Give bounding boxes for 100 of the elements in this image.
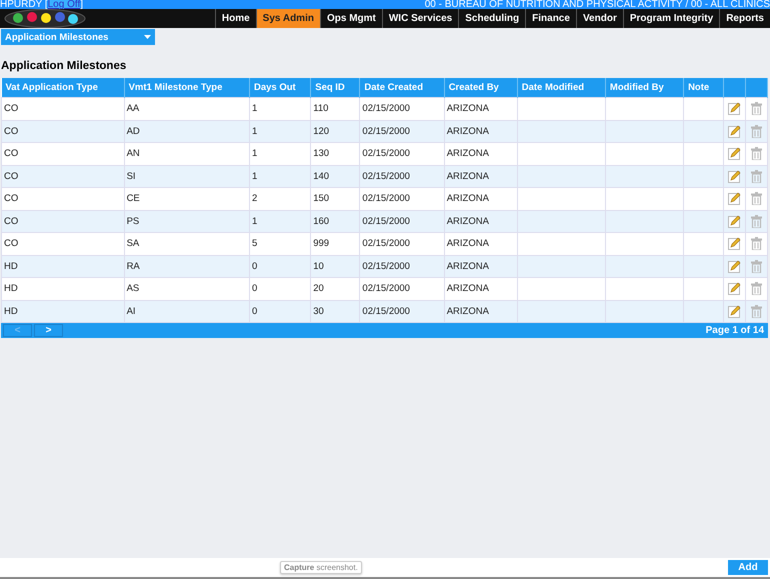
table-cell: 02/15/2000 [360,210,444,232]
nav-tab[interactable]: Vendor [576,9,623,28]
table-cell: 0 [250,255,311,278]
table-cell: 1 [250,120,311,142]
table-cell: ARIZONA [444,142,518,165]
edit-icon[interactable] [728,170,742,183]
column-header[interactable]: Date Modified [517,78,606,98]
table-cell: 2 [250,188,311,210]
page-select-dropdown[interactable]: Application Milestones [1,29,155,45]
table-cell: 02/15/2000 [360,278,444,300]
table-cell: 1 [250,165,311,188]
table-cell: AN [124,142,250,165]
table-cell: 140 [310,165,360,188]
edit-icon[interactable] [728,214,742,228]
table-cell: CO [2,165,124,188]
table-cell: ARIZONA [444,210,518,232]
column-header[interactable]: Created By [444,78,518,98]
column-header[interactable]: Seq ID [310,78,360,98]
table-cell: 110 [310,98,360,120]
edit-icon[interactable] [728,192,742,206]
bracket: ] [80,0,84,10]
edit-icon[interactable] [728,282,742,296]
table-cell: HD [2,300,124,322]
table-cell: ARIZONA [444,300,518,322]
table-cell: 150 [310,188,360,210]
table-cell: 5 [250,232,311,255]
table-cell: 02/15/2000 [360,232,444,255]
table-cell: ARIZONA [444,98,518,120]
column-header [723,78,746,98]
table-cell: 120 [310,120,360,142]
table-cell: 1 [250,98,311,120]
table-cell: CO [2,120,124,142]
edit-icon[interactable] [728,147,742,160]
table-cell: 0 [250,300,311,322]
agency-label: 00 - BUREAU OF NUTRITION AND PHYSICAL ACTIVITY / 00 - ALL CLINICS [424,0,770,9]
user-name: HPURDY [0,0,42,10]
table-cell: AI [124,300,250,322]
table-cell: 30 [310,300,360,322]
table-cell: 160 [310,210,360,232]
table-cell: HD [2,255,124,278]
table-cell: PS [124,210,250,232]
table-cell: AS [124,278,250,300]
table-cell: CE [124,188,250,210]
nav-tab[interactable]: Reports [719,9,770,28]
edit-icon[interactable] [728,304,742,318]
table-cell: 02/15/2000 [360,120,444,142]
table-cell: SI [124,165,250,188]
column-header[interactable]: Note [684,78,724,98]
table-cell: ARIZONA [444,255,518,278]
table-cell: 999 [310,232,360,255]
table-cell: 02/15/2000 [360,165,444,188]
nav-tab[interactable]: Program Integrity [622,9,720,28]
table-cell: ARIZONA [444,278,518,300]
bracket: [ [44,0,48,10]
table-cell: 0 [250,278,311,300]
page-title: Application Milestones [1,60,128,72]
caret-icon [144,35,151,39]
table-cell: ARIZONA [444,120,518,142]
table-cell: CO [2,210,124,232]
next-page-button[interactable]: > [34,324,63,337]
table-cell: ARIZONA [444,165,518,188]
edit-icon[interactable] [728,102,742,116]
nav-tab[interactable]: WIC Services [382,9,458,28]
table-cell: 02/15/2000 [360,142,444,165]
nav-tab[interactable]: Scheduling [458,9,526,28]
column-header[interactable]: Days Out [250,78,311,98]
nav-tab[interactable]: Sys Admin [256,9,320,28]
table-cell: 1 [250,142,311,165]
edit-icon[interactable] [728,260,742,273]
table-cell: RA [124,255,250,278]
table-cell: CO [2,188,124,210]
tooltip: Capture screenshot. [280,561,362,574]
nav-tab[interactable]: Ops Mgmt [320,9,382,28]
table-cell: HD [2,278,124,300]
column-header[interactable]: Vmt1 Milestone Type [124,78,250,98]
table-cell: AD [124,120,250,142]
table-cell: CO [2,98,124,120]
table-cell: 02/15/2000 [360,300,444,322]
table-cell: 02/15/2000 [360,188,444,210]
log-off-link[interactable]: Log Off [48,0,80,10]
table-cell: SA [124,232,250,255]
table-cell: 10 [310,255,360,278]
column-header [746,78,768,98]
table-cell: AA [124,98,250,120]
table-cell: ARIZONA [444,232,518,255]
edit-icon[interactable] [728,124,742,138]
table-cell: 1 [250,210,311,232]
table-cell: 20 [310,278,360,300]
table-cell: 130 [310,142,360,165]
table-cell: 02/15/2000 [360,98,444,120]
add-button[interactable]: Add [728,560,768,575]
edit-icon[interactable] [728,237,742,250]
table-cell: CO [2,142,124,165]
table-cell: ARIZONA [444,188,518,210]
column-header[interactable]: Vat Application Type [2,78,124,98]
column-header[interactable]: Date Created [360,78,444,98]
nav-tab[interactable]: Finance [525,9,576,28]
table-cell: 02/15/2000 [360,255,444,278]
column-header[interactable]: Modified By [605,78,684,98]
page-indicator: Page 1 of 14 [706,325,765,336]
